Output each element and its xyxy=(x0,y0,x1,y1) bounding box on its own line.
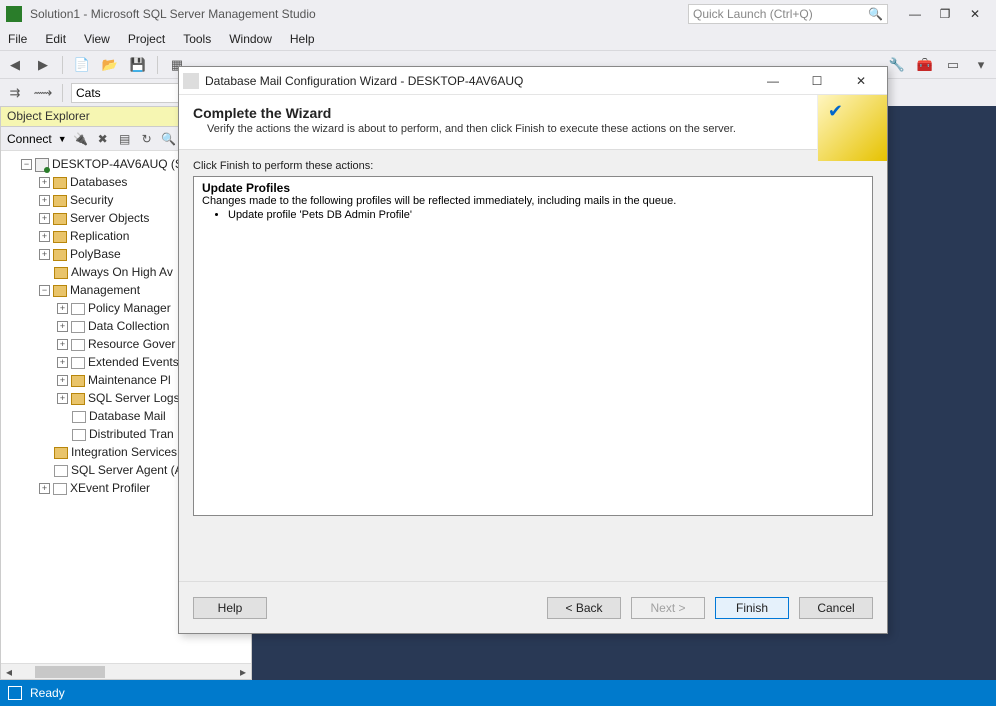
dialog-body: Click Finish to perform these actions: U… xyxy=(179,150,887,581)
search-icon[interactable]: 🔍 xyxy=(161,131,177,147)
menu-window[interactable]: Window xyxy=(227,30,274,48)
toolbar-button[interactable]: ⟿ xyxy=(32,82,54,104)
scroll-right-icon[interactable]: ▸ xyxy=(235,665,251,679)
nav-forward-button[interactable]: ▶ xyxy=(32,54,54,76)
next-button: Next > xyxy=(631,597,705,619)
separator xyxy=(62,84,63,102)
cancel-button[interactable]: Cancel xyxy=(799,597,873,619)
dialog-titlebar: Database Mail Configuration Wizard - DES… xyxy=(179,67,887,95)
refresh-icon[interactable]: ↻ xyxy=(139,131,155,147)
connect-icon[interactable]: 🔌 xyxy=(73,131,89,147)
actions-summary-box: Update Profiles Changes made to the foll… xyxy=(193,176,873,516)
scroll-thumb[interactable] xyxy=(35,666,105,678)
menu-tools[interactable]: Tools xyxy=(181,30,213,48)
toolbar-button[interactable]: ▭ xyxy=(942,54,964,76)
right-toolbar: 🔧 🧰 ▭ ▾ xyxy=(886,54,992,76)
menu-file[interactable]: File xyxy=(6,30,29,48)
dialog-subheading: Verify the actions the wizard is about t… xyxy=(207,123,873,135)
finish-button[interactable]: Finish xyxy=(715,597,789,619)
disconnect-icon[interactable]: ✖ xyxy=(95,131,111,147)
menu-edit[interactable]: Edit xyxy=(43,30,68,48)
save-button[interactable]: 💾 xyxy=(127,54,149,76)
dialog-heading: Complete the Wizard xyxy=(193,105,873,121)
status-bar: Ready xyxy=(0,680,996,706)
dialog-window-buttons xyxy=(751,69,883,93)
dialog-footer: Help < Back Next > Finish Cancel xyxy=(179,581,887,633)
section-title: Update Profiles xyxy=(202,181,290,195)
status-icon xyxy=(8,686,22,700)
status-text: Ready xyxy=(30,686,65,700)
new-query-button[interactable]: 📄 xyxy=(71,54,93,76)
horizontal-scrollbar[interactable]: ◂ ▸ xyxy=(1,663,251,679)
dialog-minimize-button[interactable] xyxy=(751,69,795,93)
minimize-button[interactable] xyxy=(900,4,930,24)
menu-project[interactable]: Project xyxy=(126,30,167,48)
open-button[interactable]: 📂 xyxy=(99,54,121,76)
dbmail-wizard-dialog: Database Mail Configuration Wizard - DES… xyxy=(178,66,888,634)
toolbar-button[interactable]: ⇉ xyxy=(4,82,26,104)
maximize-button[interactable] xyxy=(930,4,960,24)
check-icon: ✔ xyxy=(828,101,843,122)
app-title: Solution1 - Microsoft SQL Server Managem… xyxy=(30,7,688,21)
close-button[interactable] xyxy=(960,4,990,24)
window-buttons xyxy=(900,4,990,24)
toolbox-icon[interactable]: 🧰 xyxy=(914,54,936,76)
filter-icon[interactable]: ▤ xyxy=(117,131,133,147)
search-icon: 🔍 xyxy=(868,7,883,21)
dropdown-icon[interactable]: ▾ xyxy=(970,54,992,76)
quick-launch-placeholder: Quick Launch (Ctrl+Q) xyxy=(693,7,813,21)
connect-button[interactable]: Connect xyxy=(7,132,52,146)
wrench-icon[interactable]: 🔧 xyxy=(886,54,908,76)
menu-view[interactable]: View xyxy=(82,30,112,48)
dialog-header: ✔ Complete the Wizard Verify the actions… xyxy=(179,95,887,150)
dialog-title: Database Mail Configuration Wizard - DES… xyxy=(205,74,751,88)
back-button[interactable]: < Back xyxy=(547,597,621,619)
section-desc: Changes made to the following profiles w… xyxy=(202,195,676,207)
quick-launch-input[interactable]: Quick Launch (Ctrl+Q) 🔍 xyxy=(688,4,888,24)
actions-label: Click Finish to perform these actions: xyxy=(193,160,873,172)
menu-help[interactable]: Help xyxy=(288,30,317,48)
separator xyxy=(62,56,63,74)
nav-back-button[interactable]: ◀ xyxy=(4,54,26,76)
scroll-left-icon[interactable]: ◂ xyxy=(1,665,17,679)
main-titlebar: Solution1 - Microsoft SQL Server Managem… xyxy=(0,0,996,28)
dialog-app-icon xyxy=(183,73,199,89)
action-bullet: Update profile 'Pets DB Admin Profile' xyxy=(228,209,864,221)
ssms-app-icon xyxy=(6,6,22,22)
dialog-maximize-button[interactable] xyxy=(795,69,839,93)
dialog-close-button[interactable] xyxy=(839,69,883,93)
menu-bar: File Edit View Project Tools Window Help xyxy=(0,28,996,50)
help-button[interactable]: Help xyxy=(193,597,267,619)
separator xyxy=(157,56,158,74)
